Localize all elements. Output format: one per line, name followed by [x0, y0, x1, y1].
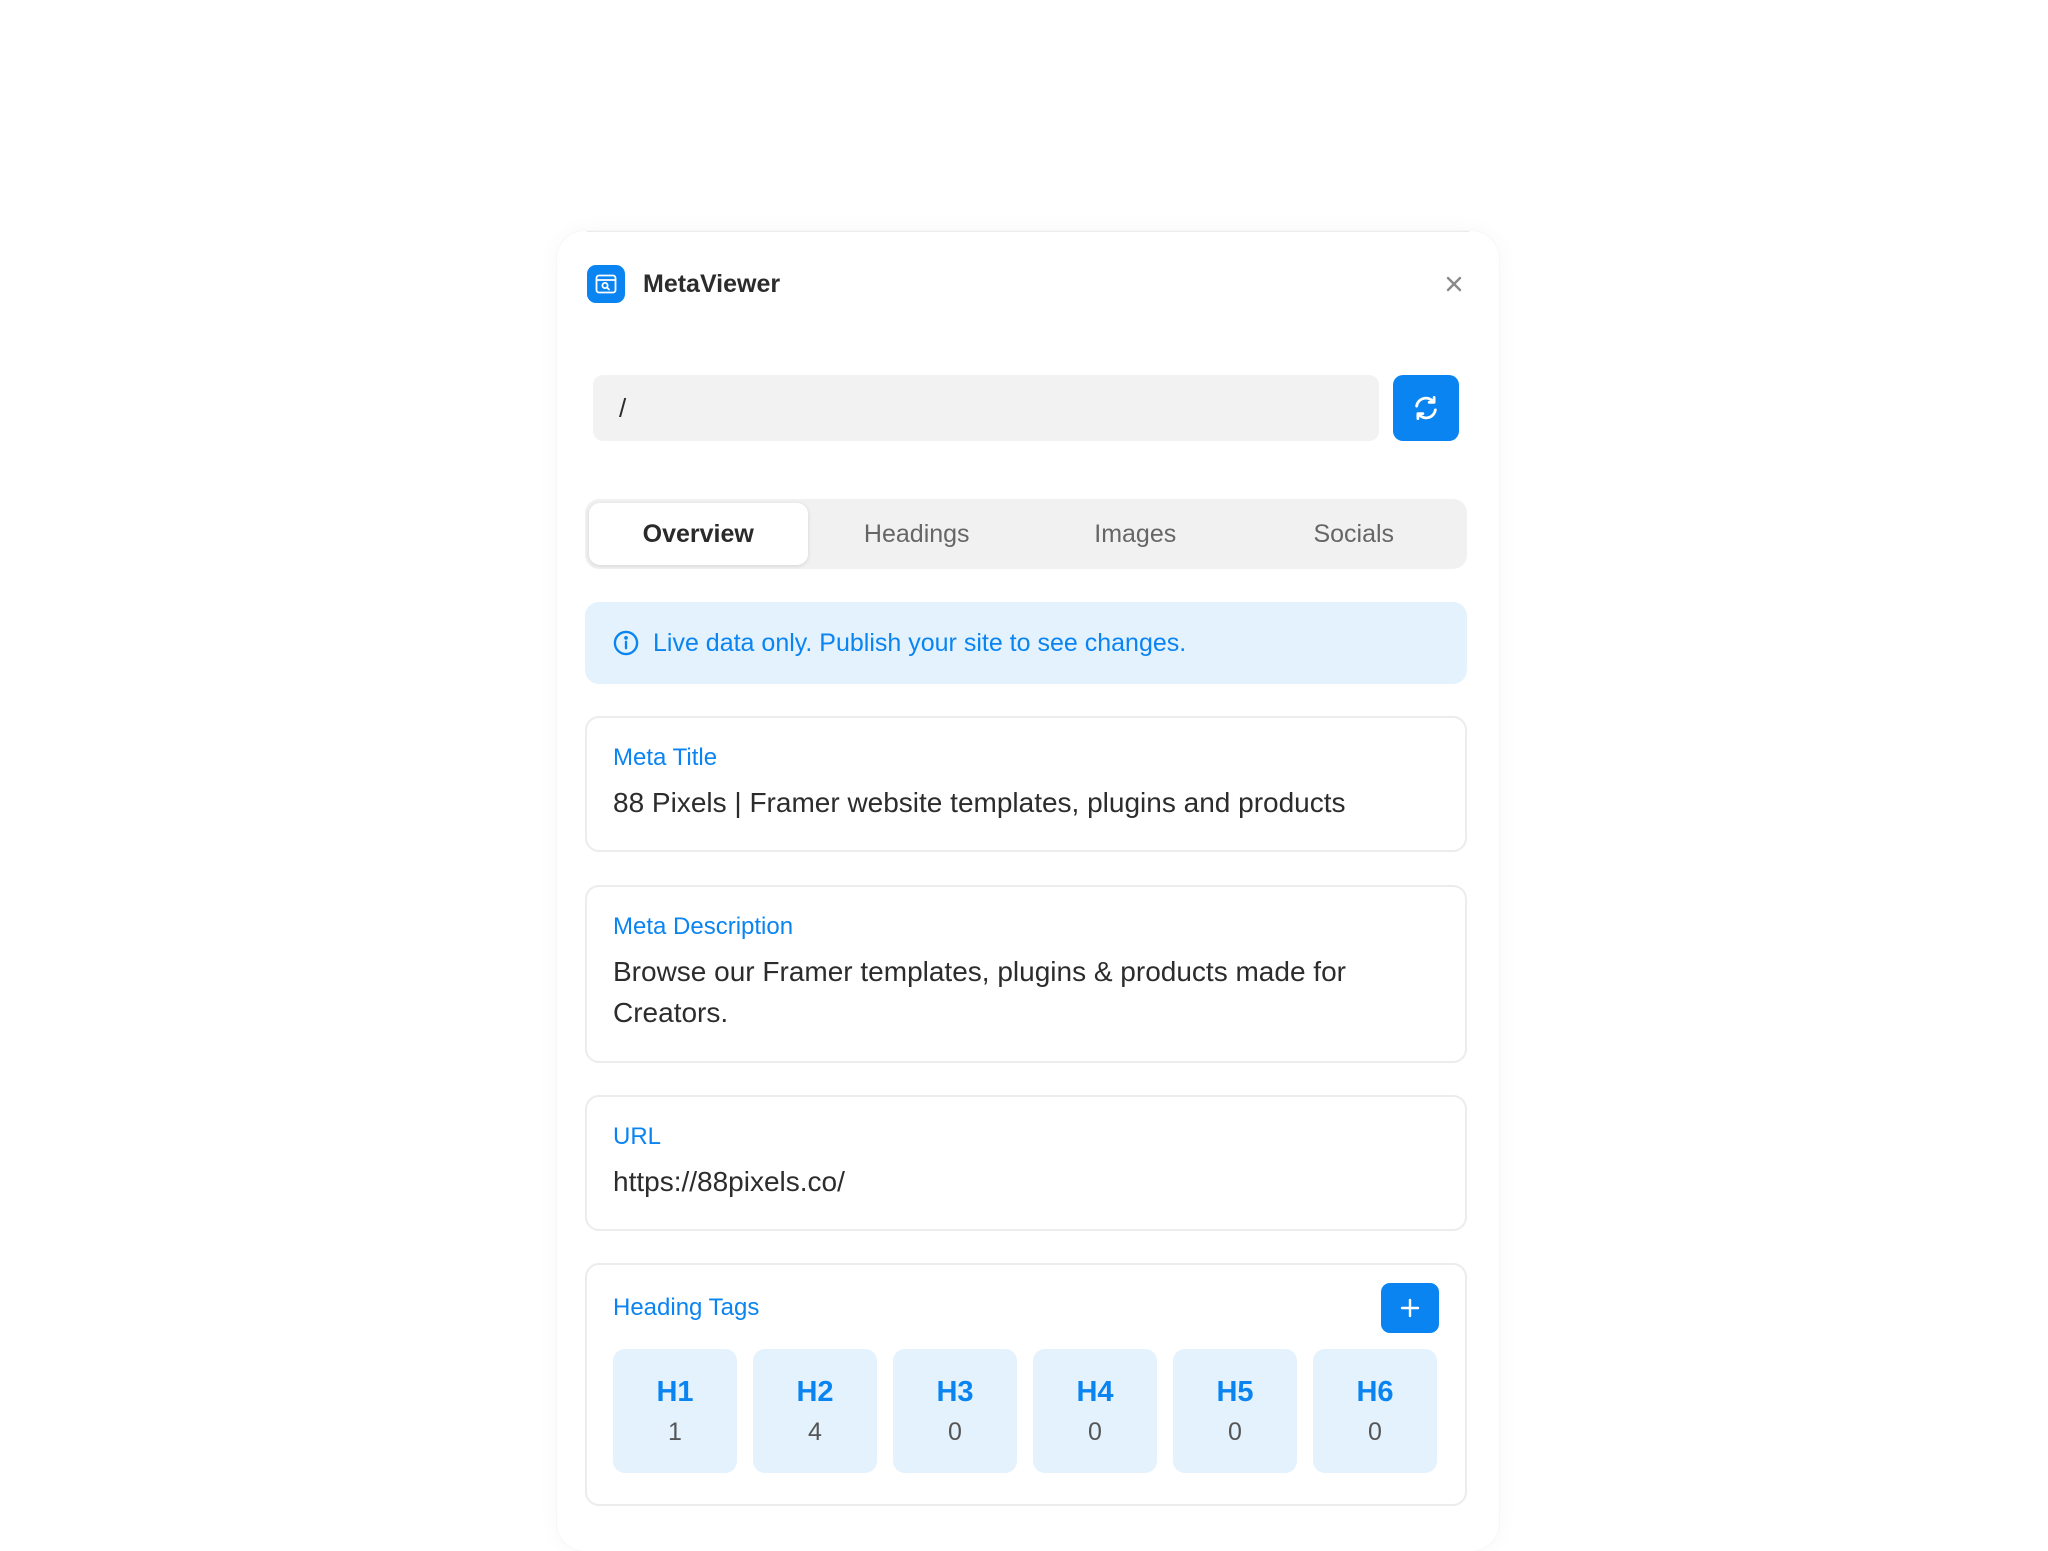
url-card: URL https://88pixels.co/: [585, 1095, 1467, 1231]
url-value: https://88pixels.co/: [613, 1166, 845, 1197]
heading-tag-h3[interactable]: H3 0: [893, 1349, 1017, 1473]
live-data-notice: Live data only. Publish your site to see…: [585, 602, 1467, 684]
add-heading-button[interactable]: [1381, 1283, 1439, 1333]
refresh-button[interactable]: [1393, 375, 1459, 441]
tab-overview[interactable]: Overview: [589, 503, 808, 565]
heading-tag-name: H1: [656, 1376, 694, 1408]
heading-tag-name: H5: [1216, 1376, 1254, 1408]
heading-tag-name: H3: [936, 1376, 974, 1408]
heading-tag-count: 4: [808, 1418, 822, 1446]
heading-tags-label: Heading Tags: [613, 1294, 760, 1321]
tab-socials[interactable]: Socials: [1245, 503, 1464, 565]
heading-tag-h1[interactable]: H1 1: [613, 1349, 737, 1473]
heading-tag-count: 0: [1368, 1418, 1382, 1446]
plus-icon: [1400, 1298, 1420, 1318]
meta-description-card: Meta Description Browse our Framer templ…: [585, 885, 1467, 1063]
heading-tag-h6[interactable]: H6 0: [1313, 1349, 1437, 1473]
refresh-icon: [1415, 396, 1437, 420]
close-icon: [1446, 276, 1462, 292]
notice-text: Live data only. Publish your site to see…: [653, 628, 1187, 657]
heading-tags-header: Heading Tags: [613, 1283, 1439, 1333]
plugin-panel: MetaViewer Overview Headings Images Soci…: [557, 231, 1499, 1551]
heading-tags-card: Heading Tags H1 1 H2 4 H3 0 H4 0 H5 0 H6…: [585, 1263, 1467, 1506]
url-label: URL: [613, 1123, 662, 1150]
meta-title-value: 88 Pixels | Framer website templates, pl…: [613, 787, 1346, 818]
tab-images[interactable]: Images: [1026, 503, 1245, 565]
panel-top-divider: [587, 231, 1469, 232]
app-title: MetaViewer: [643, 270, 781, 298]
meta-title-card: Meta Title 88 Pixels | Framer website te…: [585, 716, 1467, 852]
meta-description-value: Browse our Framer templates, plugins & p…: [613, 956, 1346, 1028]
info-icon: [611, 628, 641, 658]
heading-tag-name: H4: [1076, 1376, 1114, 1408]
meta-title-label: Meta Title: [613, 744, 718, 771]
heading-tag-count: 0: [1088, 1418, 1102, 1446]
heading-tag-h4[interactable]: H4 0: [1033, 1349, 1157, 1473]
heading-tag-list: H1 1 H2 4 H3 0 H4 0 H5 0 H6 0: [613, 1349, 1439, 1473]
meta-description-label: Meta Description: [613, 913, 794, 940]
browser-search-icon: [587, 265, 625, 303]
heading-tag-count: 0: [1228, 1418, 1242, 1446]
heading-tag-h5[interactable]: H5 0: [1173, 1349, 1297, 1473]
heading-tag-name: H6: [1356, 1376, 1394, 1408]
close-button[interactable]: [1439, 269, 1469, 299]
tab-bar: Overview Headings Images Socials: [585, 499, 1467, 569]
heading-tag-h2[interactable]: H2 4: [753, 1349, 877, 1473]
heading-tag-name: H2: [796, 1376, 834, 1408]
tab-headings[interactable]: Headings: [808, 503, 1027, 565]
heading-tag-count: 1: [668, 1418, 682, 1446]
page-path-input[interactable]: [593, 375, 1379, 441]
heading-tag-count: 0: [948, 1418, 962, 1446]
